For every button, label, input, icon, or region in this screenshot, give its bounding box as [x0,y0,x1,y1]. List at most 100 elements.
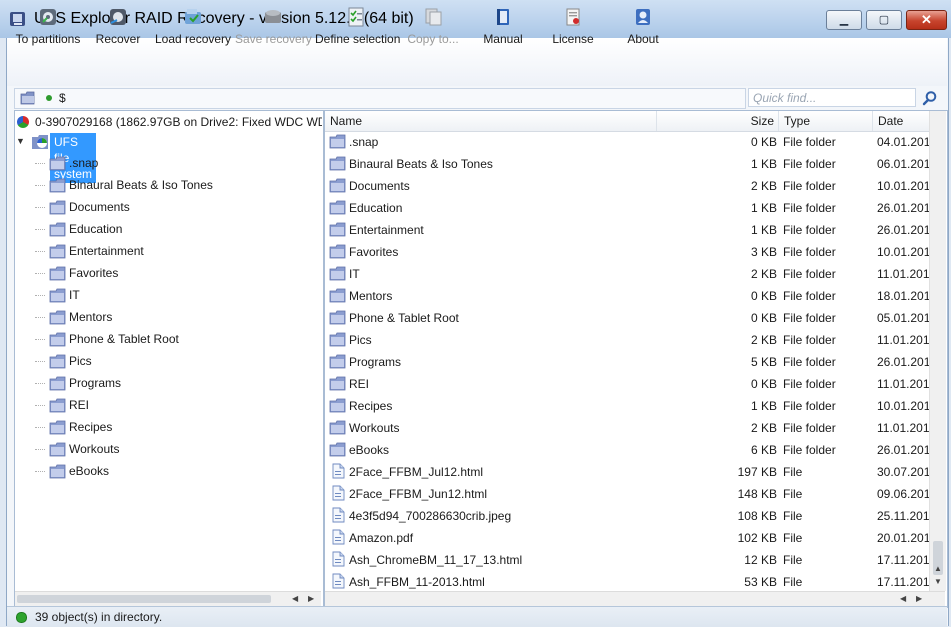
scroll-up-icon[interactable]: ▲ [934,564,942,573]
column-type[interactable]: Type [779,111,873,131]
file-name: eBooks [349,443,390,457]
horizontal-scrollbar[interactable]: ◀ ▶ [15,591,321,606]
define-selection-icon [348,7,364,27]
save-recovery-label: Save recovery [235,32,312,46]
file-row[interactable]: 4e3f5d94_700286630crib.jpeg 108 KB File 25.… [325,505,929,527]
file-date: 11.01.201 [877,333,929,347]
file-row[interactable]: IT 2 KB File folder 11.01.201 [325,263,929,285]
folder-icon [329,375,347,391]
file-row[interactable]: Entertainment 1 KB File folder 26.01.201 [325,219,929,241]
load-recovery-label: Load recovery [155,32,232,46]
file-type: File [783,487,803,501]
tree-connector [35,251,45,252]
scroll-down-icon[interactable]: ▼ [934,577,942,586]
tree-folder-label: Recipes [69,420,113,434]
folder-icon [329,309,347,325]
column-date[interactable]: Date [873,111,933,131]
tree-connector [35,185,45,186]
define-selection-label: Define selection [315,32,401,46]
file-type: File folder [783,333,836,347]
file-row[interactable]: Amazon.pdf 102 KB File 20.01.201 [325,527,929,549]
quick-find-input[interactable] [748,88,916,107]
file-size: 197 KB [737,465,777,479]
scroll-right-icon[interactable]: ▶ [308,594,314,603]
search-icon[interactable] [922,90,938,106]
manual-label: Manual [483,32,523,46]
folder-icon [20,91,35,105]
file-row[interactable]: Phone & Tablet Root 0 KB File folder 05.01.… [325,307,929,329]
file-row[interactable]: 2Face_FFBM_Jun12.html 148 KB File 09.06.201 [325,483,929,505]
file-size: 0 KB [750,377,777,391]
file-size: 1 KB [750,223,777,237]
scrollbar-thumb[interactable] [17,595,271,603]
file-name: Entertainment [349,223,424,237]
file-row[interactable]: Binaural Beats & Iso Tones 1 KB File folde… [325,153,929,175]
file-row[interactable]: Programs 5 KB File folder 26.01.201 [325,351,929,373]
maximize-button[interactable]: ▢ [866,10,902,30]
file-row[interactable]: eBooks 6 KB File folder 26.01.201 [325,439,929,461]
about-button[interactable]: About [621,4,665,48]
current-path: $ [59,91,66,105]
copy-to-button[interactable]: Copy to... [404,4,462,48]
file-type: File [783,531,803,545]
manual-button[interactable]: Manual [480,4,526,48]
scroll-left-icon[interactable]: ◀ [900,594,906,603]
file-name: Binaural Beats & Iso Tones [349,157,493,171]
file-row[interactable]: .snap 0 KB File folder 04.01.201 [325,131,929,153]
file-name: Documents [349,179,410,193]
file-date: 10.01.201 [877,399,929,413]
file-row[interactable]: Education 1 KB File folder 26.01.201 [325,197,929,219]
column-size[interactable]: Size [657,111,779,131]
file-list-pane[interactable]: Name Size Type Date .snap 0 KB File folder… [324,110,948,608]
folder-icon [329,221,347,237]
file-name: Ash_ChromeBM_11_17_13.html [349,553,523,567]
license-button[interactable]: License [550,4,596,48]
file-row[interactable]: Pics 2 KB File folder 11.01.201 [325,329,929,351]
recover-icon [110,9,126,25]
file-name: Workouts [349,421,400,435]
file-size: 1 KB [750,201,777,215]
file-row[interactable]: Workouts 2 KB File folder 11.01.201 [325,417,929,439]
tree-folder-label: Documents [69,200,130,214]
expand-toggle-icon[interactable]: ▼ [16,136,25,146]
file-size: 6 KB [750,443,777,457]
file-row[interactable]: Favorites 3 KB File folder 10.01.201 [325,241,929,263]
file-row[interactable]: Ash_FFBM_11-2013.html 53 KB File 17.11.201 [325,571,929,593]
partition-icon [17,116,29,128]
horizontal-scrollbar[interactable]: ◀ ▶ [325,591,945,606]
tree-connector [35,163,45,164]
save-recovery-button[interactable]: Save recovery [235,4,312,48]
path-bar[interactable]: $ [14,88,746,109]
save-recovery-icon [265,10,281,23]
folder-icon [329,265,347,281]
file-date: 20.01.201 [877,531,929,545]
file-row[interactable]: 2Face_FFBM_Jul12.html 197 KB File 30.07.201 [325,461,929,483]
file-row[interactable]: REI 0 KB File folder 11.01.201 [325,373,929,395]
define-selection-button[interactable]: Define selection [315,4,401,48]
folder-icon [49,397,67,413]
close-button[interactable]: ✕ [906,10,947,30]
file-row[interactable]: Documents 2 KB File folder 10.01.201 [325,175,929,197]
to-partitions-button[interactable]: To partitions [12,4,84,48]
about-label: About [627,32,659,46]
file-row[interactable]: Mentors 0 KB File folder 18.01.201 [325,285,929,307]
tree-folder-label: Phone & Tablet Root [69,332,179,346]
column-name[interactable]: Name [325,111,657,131]
drive-node[interactable]: 0-3907029168 (1862.97GB on Drive2: Fixed… [17,114,322,132]
load-recovery-button[interactable]: Load recovery [155,4,231,48]
file-name: Phone & Tablet Root [349,311,459,325]
scroll-left-icon[interactable]: ◀ [292,594,298,603]
filesystem-icon [32,135,48,149]
file-date: 17.11.201 [877,575,929,589]
recover-button[interactable]: Recover [93,4,143,48]
file-row[interactable]: Ash_ChromeBM_11_17_13.html 12 KB File 17.11… [325,549,929,571]
folder-tree-pane[interactable]: 0-3907029168 (1862.97GB on Drive2: Fixed… [14,110,324,608]
minimize-button[interactable]: ▁ [826,10,862,30]
folder-icon [49,419,67,435]
file-name: IT [349,267,360,281]
scroll-right-icon[interactable]: ▶ [916,594,922,603]
file-name: Pics [349,333,372,347]
vertical-scrollbar[interactable]: ▲ ▼ [929,111,946,591]
copy-to-icon [425,8,442,26]
file-row[interactable]: Recipes 1 KB File folder 10.01.201 [325,395,929,417]
